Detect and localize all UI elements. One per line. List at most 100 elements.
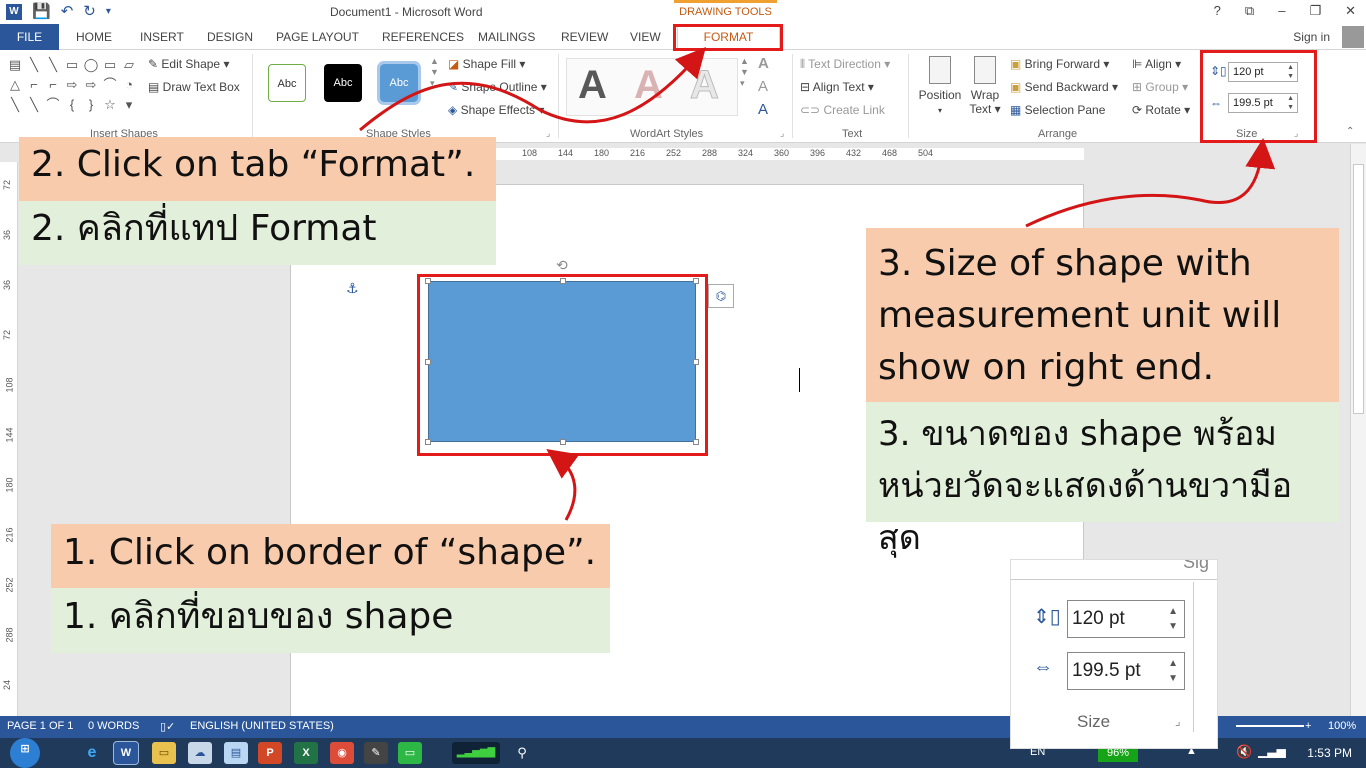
tab-file[interactable]: FILE [0,24,59,50]
tab-references[interactable]: REFERENCES [382,24,464,50]
cloud-icon[interactable]: ☁ [188,742,212,764]
word-taskbar-icon[interactable]: W [113,741,139,765]
shapes-gallery[interactable]: ▤ ╲ ╲ ▭ ◯ ▭ ▱ △ ⌐ ⌐ ⇨ ⇨ ⌒ ◔ ╲ ╲ ⌒{} ☆ ▾ [6,56,138,114]
dialog-launcher-icon[interactable]: ⌟ [546,128,550,139]
notes-icon[interactable]: ▤ [224,742,248,764]
group-button[interactable]: ⊞ Group ▾ [1132,80,1188,94]
scrollbar-thumb[interactable] [1353,164,1364,414]
shape-gallery-item[interactable]: ▭ [63,56,81,74]
shape-gallery-item[interactable]: ▱ [120,56,138,74]
shape-gallery-item[interactable]: ╲ [6,96,24,114]
wordart-style-pink[interactable]: A [634,60,663,110]
user-avatar[interactable] [1342,26,1364,48]
rotate-button[interactable]: ⟳ Rotate ▾ [1132,103,1190,117]
tab-view[interactable]: VIEW [630,24,661,50]
bring-forward-button[interactable]: ▣ Bring Forward ▾ [1010,57,1109,71]
selection-pane-button[interactable]: ▦ Selection Pane [1010,103,1105,117]
tab-mailings[interactable]: MAILINGS [478,24,535,50]
shape-style-blue[interactable]: Abc [377,61,421,105]
shape-gallery-item[interactable]: ◔ [120,76,138,94]
text-direction-button[interactable]: ⫴ Text Direction ▾ [800,57,890,72]
create-link-button[interactable]: ⊂⊃ Create Link [800,103,885,117]
align-text-button[interactable]: ⊟ Align Text ▾ [800,80,874,94]
proofing-icon[interactable]: ▯✓ [160,720,175,733]
shape-gallery-item[interactable]: ⌒ [44,96,62,114]
undo-icon[interactable]: ↶ [61,3,74,21]
position-button[interactable]: Position ▾ [918,56,962,116]
vertical-ruler[interactable]: 72 36 36 72 108 144 180 216 252 288 24 [0,162,18,716]
shape-style-black[interactable]: Abc [324,64,362,102]
wrap-text-button[interactable]: Wrap Text ▾ [966,56,1004,116]
wordart-style-outline[interactable]: A [690,60,720,110]
rotate-handle-icon[interactable]: ⟲ [556,257,568,274]
wordart-style-dark[interactable]: A [578,60,607,110]
file-explorer-icon[interactable]: ▭ [152,742,176,764]
text-outline-icon[interactable]: A [758,78,768,95]
tab-design[interactable]: DESIGN [207,24,253,50]
shape-gallery-item[interactable]: ⌐ [44,76,62,94]
shape-gallery-item[interactable]: ╲ [25,56,43,74]
wordart-gallery-scroll[interactable]: ▲ ▼ ▾ [740,56,749,89]
restore-button[interactable]: ❐ [1309,3,1321,19]
shape-fill-button[interactable]: ◪ Shape Fill ▾ [448,57,525,71]
shape-gallery-item[interactable]: ▾ [120,96,138,114]
text-effects-icon[interactable]: A [758,101,768,118]
line-app-icon[interactable]: ▭ [398,742,422,764]
dialog-launcher-icon[interactable]: ⌟ [780,128,784,139]
text-fill-icon[interactable]: A [758,55,769,72]
word-count[interactable]: 0 WORDS [88,720,139,732]
sign-in-link[interactable]: Sign in [1293,24,1330,50]
edit-shape-button[interactable]: ✎ Edit Shape ▾ [148,57,229,71]
layout-options-icon[interactable]: ⌬ [708,284,734,308]
align-button[interactable]: ⊫ Align ▾ [1132,57,1181,71]
redo-icon[interactable]: ↻ [83,3,96,21]
shape-gallery-item[interactable]: ◯ [82,56,100,74]
shape-style-outline[interactable]: Abc [268,64,306,102]
tab-home[interactable]: HOME [76,24,112,50]
gallery-scroll[interactable]: ▲ ▼ ▾ [430,56,439,89]
shape-outline-button[interactable]: ✎ Shape Outline ▾ [448,80,547,94]
close-button[interactable]: ✕ [1345,3,1356,19]
tab-review[interactable]: REVIEW [561,24,608,50]
customize-qat-icon[interactable]: ▾ [106,3,111,21]
draw-text-box-button[interactable]: ▤ Draw Text Box [148,80,240,94]
start-button-icon[interactable]: ⊞ [10,738,40,768]
shape-gallery-item[interactable]: ☆ [101,96,119,114]
save-icon[interactable]: 💾 [32,3,51,21]
shape-gallery-item[interactable]: ▤ [6,56,24,74]
wifi-icon[interactable]: ⚲ [510,742,534,764]
shape-gallery-item[interactable]: △ [6,76,24,94]
help-button[interactable]: ? [1214,3,1221,19]
shape-gallery-item[interactable]: ▭ [101,56,119,74]
shape-gallery-item[interactable]: { [63,96,81,114]
shape-gallery-item[interactable]: ⇨ [82,76,100,94]
tab-insert[interactable]: INSERT [140,24,184,50]
shape-effects-button[interactable]: ◈ Shape Effects ▾ [448,103,544,117]
shape-gallery-item[interactable]: ⇨ [63,76,81,94]
signal-icon[interactable]: ▁▃▅ [1258,744,1286,758]
minimize-button[interactable]: – [1278,3,1285,19]
shape-gallery-item[interactable]: ⌒ [101,76,119,94]
network-meter-icon[interactable]: ▂▃▅▆▇ [452,742,500,764]
zoom-slider[interactable] [1236,725,1304,727]
app-icon[interactable]: ✎ [364,742,388,764]
shape-gallery-item[interactable]: ╲ [44,56,62,74]
vertical-scrollbar[interactable] [1350,144,1366,716]
clock[interactable]: 1:53 PM [1307,746,1352,760]
send-backward-button[interactable]: ▣ Send Backward ▾ [1010,80,1118,94]
collapse-ribbon-icon[interactable]: ⌃ [1346,126,1354,137]
volume-muted-icon[interactable]: 🔇 [1236,744,1252,760]
powerpoint-icon[interactable]: P [258,742,282,764]
excel-icon[interactable]: X [294,742,318,764]
zoom-in-icon[interactable]: + [1305,720,1311,732]
tab-page-layout[interactable]: PAGE LAYOUT [276,24,359,50]
zoom-level[interactable]: 100% [1328,720,1356,732]
shape-gallery-item[interactable]: ╲ [25,96,43,114]
shape-gallery-item[interactable]: ⌐ [25,76,43,94]
ribbon-display-button[interactable]: ⧉ [1245,3,1254,19]
chrome-icon[interactable]: ◉ [330,742,354,764]
shape-gallery-item[interactable]: } [82,96,100,114]
internet-explorer-icon[interactable]: e [80,742,104,764]
language-indicator[interactable]: ENGLISH (UNITED STATES) [190,720,334,732]
page-count[interactable]: PAGE 1 OF 1 [7,720,73,732]
